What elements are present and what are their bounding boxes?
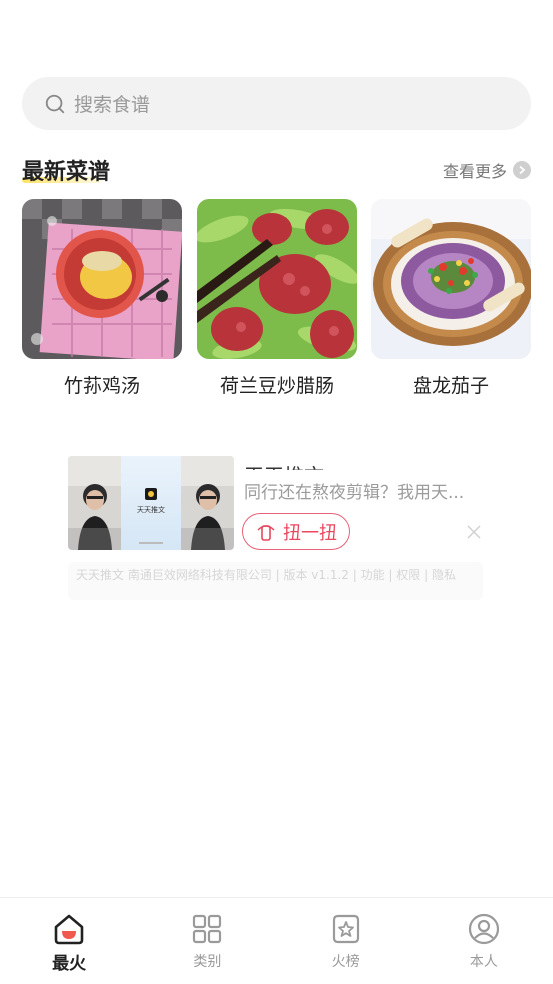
shake-button[interactable]: 扭一扭 [242,513,350,550]
ad-description: 同行还在熬夜剪辑？我用天... [244,483,465,503]
star-badge-icon [332,914,359,944]
phone-shake-icon [257,524,275,541]
search-bar[interactable]: 搜索食谱 [22,77,531,130]
search-icon [45,94,65,113]
ad-thumb-logo: 天天推文 [121,456,181,550]
bottom-tab-bar: 最火 类别 火榜 本人 [0,897,553,984]
view-more-label: 查看更多 [442,162,507,181]
search-placeholder: 搜索食谱 [74,94,151,116]
tab-category[interactable]: 类别 [138,898,276,984]
tab-label: 火榜 [331,954,360,970]
tab-label: 本人 [469,954,498,970]
user-icon [468,913,499,945]
ad-thumb-person [181,456,234,550]
recipe-card[interactable]: 荷兰豆炒腊肠 [197,199,357,398]
recipe-image [371,199,531,359]
tab-profile[interactable]: 本人 [415,898,553,984]
recipe-card[interactable]: 盘龙茄子 [371,199,531,398]
ad-title: 天天推文 [244,460,364,470]
close-icon[interactable] [466,524,482,540]
ad-thumb-logo-text: 天天推文 [137,505,165,514]
section-title: 最新菜谱 [22,160,111,185]
view-more-link[interactable]: 查看更多 [443,158,531,182]
tab-label: 最火 [52,954,87,974]
tab-home[interactable]: 最火 [0,898,138,984]
chevron-right-icon [513,161,531,179]
tab-ranking[interactable]: 火榜 [277,898,415,984]
recipe-name: 竹荪鸡汤 [63,375,140,397]
ad-thumbnails: 天天推文 [68,456,234,550]
grid-icon [193,914,222,944]
ad-footer-info: 天天推文 南通巨效网络科技有限公司 | 版本 v1.1.2 | 功能 | 权限 … [68,562,483,600]
recipe-image [22,199,182,359]
ad-title-clip: 天天推文 [244,456,364,470]
recipe-image [197,199,357,359]
ad-thumb-person [68,456,121,550]
recipe-card[interactable]: 竹荪鸡汤 [22,199,182,398]
tab-label: 类别 [193,954,222,970]
recipe-name: 荷兰豆炒腊肠 [219,375,334,397]
home-icon [54,914,84,945]
shake-button-label: 扭一扭 [283,522,337,544]
recipe-name: 盘龙茄子 [412,375,489,397]
ad-banner[interactable]: 天天推文 天天推文 同行还在熬夜剪辑？我用天... 扭一扭 [68,456,486,552]
